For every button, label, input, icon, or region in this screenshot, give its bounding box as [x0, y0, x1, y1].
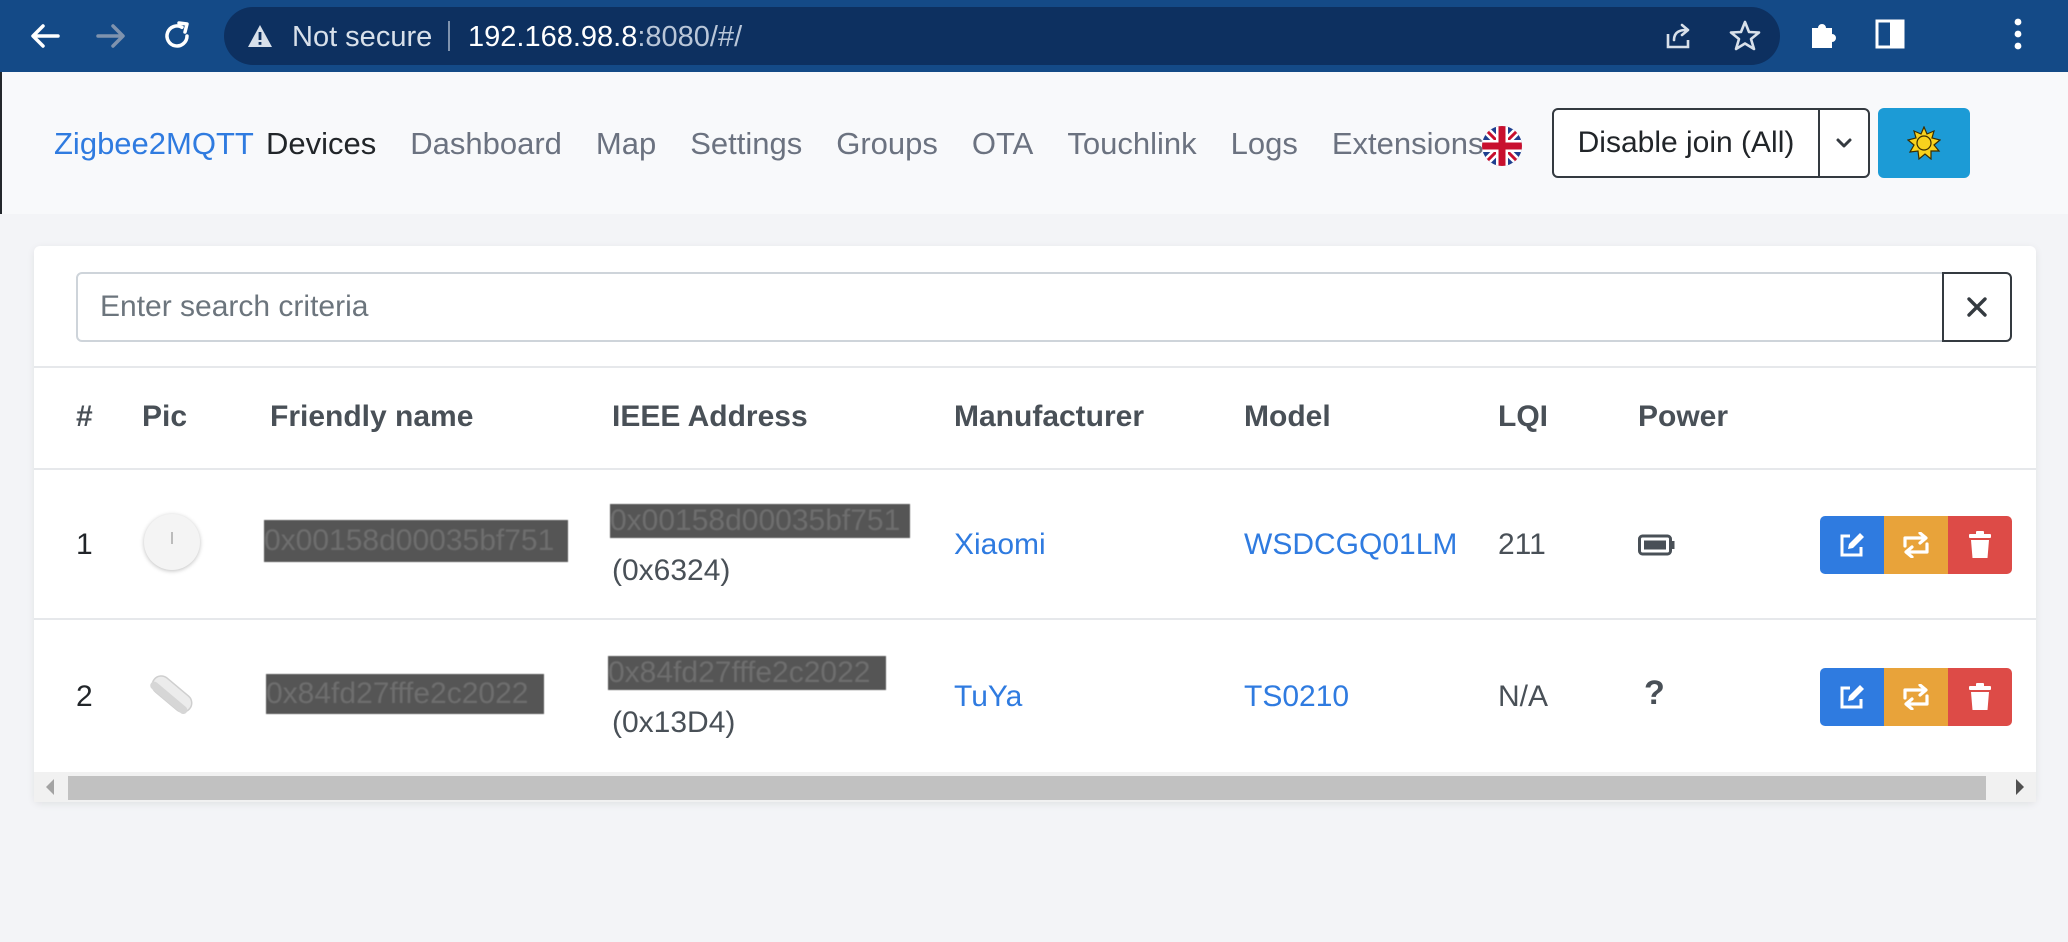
reload-button[interactable] [154, 13, 200, 59]
edit-button[interactable] [1820, 668, 1884, 726]
model-link[interactable]: WSDCGQ01LM [1244, 528, 1457, 562]
devices-card: # Pic Friendly name IEEE Address Manufac… [34, 246, 2036, 802]
more-menu-icon[interactable] [2008, 14, 2028, 54]
address-bar[interactable]: Not secure 192.168.98.8:8080/#/ [224, 7, 1780, 65]
clear-search-button[interactable] [1942, 272, 2012, 342]
manufacturer-link[interactable]: Xiaomi [954, 528, 1046, 562]
scrollbar-thumb[interactable] [68, 776, 1986, 800]
disable-join-button[interactable]: Disable join (All) [1552, 108, 1820, 178]
col-header-model[interactable]: Model [1244, 400, 1331, 434]
row-index: 2 [76, 680, 93, 713]
device-image [150, 675, 193, 715]
delete-button[interactable] [1948, 516, 2012, 574]
exchange-icon [1903, 532, 1929, 558]
model-link[interactable]: TS0210 [1244, 680, 1349, 714]
nav-settings[interactable]: Settings [690, 126, 802, 162]
delete-button[interactable] [1948, 668, 2012, 726]
nav-map[interactable]: Map [596, 126, 656, 162]
join-dropdown-toggle[interactable] [1818, 108, 1870, 178]
network-address: (0x6324) [612, 554, 731, 587]
bookmark-star-icon[interactable] [1728, 19, 1762, 53]
browser-toolbar: Not secure 192.168.98.8:8080/#/ [0, 0, 2068, 72]
search-input[interactable] [76, 272, 1944, 342]
sun-icon [1907, 126, 1941, 160]
side-panel-icon[interactable] [1874, 18, 1906, 50]
col-header-friendly-name[interactable]: Friendly name [270, 400, 473, 434]
edit-icon [1840, 685, 1864, 709]
security-label[interactable]: Not secure [292, 21, 432, 54]
app-navbar: Zigbee2MQTT Devices Dashboard Map Settin… [0, 72, 2068, 214]
back-button[interactable] [22, 13, 68, 59]
col-header-pic[interactable]: Pic [142, 400, 187, 434]
ieee-address-link[interactable]: 0x00158d00035bf751 [610, 504, 910, 538]
url-host: 192.168.98.8 [468, 21, 638, 53]
nav-extensions[interactable]: Extensions [1332, 126, 1484, 162]
lqi-value: N/A [1498, 680, 1549, 713]
col-header-manufacturer[interactable]: Manufacturer [954, 400, 1144, 434]
scroll-right-arrow-icon[interactable] [2014, 778, 2026, 796]
url-rest: :8080/#/ [637, 21, 743, 53]
ieee-address-link[interactable]: 0x84fd27fffe2c2022 [608, 656, 886, 690]
lqi-value: 211 [1498, 528, 1546, 561]
manufacturer-link[interactable]: TuYa [954, 680, 1022, 714]
close-icon [1967, 297, 1987, 317]
nav-ota[interactable]: OTA [972, 126, 1033, 162]
reconfigure-button[interactable] [1884, 668, 1948, 726]
power-unknown: ? [1644, 674, 1665, 712]
arrow-right-icon [96, 24, 125, 48]
extensions-puzzle-icon[interactable] [1806, 16, 1842, 52]
nav-touchlink[interactable]: Touchlink [1067, 126, 1196, 162]
reload-icon [165, 21, 189, 48]
forward-button[interactable] [88, 13, 134, 59]
share-icon[interactable] [1662, 20, 1694, 52]
brand-link[interactable]: Zigbee2MQTT [54, 126, 254, 162]
divider [34, 618, 2036, 620]
col-header-lqi[interactable]: LQI [1498, 400, 1548, 434]
col-header-index[interactable]: # [76, 400, 93, 434]
row-actions [1820, 668, 2012, 726]
row-actions [1820, 516, 2012, 574]
trash-icon [1969, 531, 1991, 558]
warning-icon[interactable] [246, 22, 274, 50]
friendly-name-link[interactable]: 0x84fd27fffe2c2022 [266, 674, 544, 714]
exchange-icon [1903, 684, 1929, 710]
network-address: (0x13D4) [612, 706, 736, 739]
nav-groups[interactable]: Groups [836, 126, 938, 162]
language-flag-icon[interactable] [1482, 126, 1522, 166]
trash-icon [1969, 683, 1991, 710]
edit-button[interactable] [1820, 516, 1884, 574]
edit-icon [1840, 533, 1864, 557]
nav-dashboard[interactable]: Dashboard [410, 126, 562, 162]
col-header-ieee-address[interactable]: IEEE Address [612, 400, 808, 434]
url-text[interactable]: 192.168.98.8:8080/#/ [468, 21, 742, 54]
row-index: 1 [76, 528, 93, 561]
chevron-down-icon [1836, 138, 1852, 148]
theme-toggle-button[interactable] [1878, 108, 1970, 178]
divider [34, 468, 2036, 470]
reconfigure-button[interactable] [1884, 516, 1948, 574]
main-nav: Devices Dashboard Map Settings Groups OT… [266, 126, 1517, 162]
col-header-power[interactable]: Power [1638, 400, 1728, 434]
scroll-left-arrow-icon[interactable] [44, 778, 56, 796]
address-separator [448, 21, 450, 51]
nav-logs[interactable]: Logs [1231, 126, 1298, 162]
horizontal-scrollbar[interactable] [34, 772, 2036, 802]
nav-devices[interactable]: Devices [266, 126, 376, 162]
friendly-name-link[interactable]: 0x00158d00035bf751 [264, 520, 568, 562]
device-image [144, 514, 200, 570]
battery-icon [1638, 534, 1675, 556]
arrow-left-icon [31, 24, 60, 48]
divider [34, 366, 2036, 368]
